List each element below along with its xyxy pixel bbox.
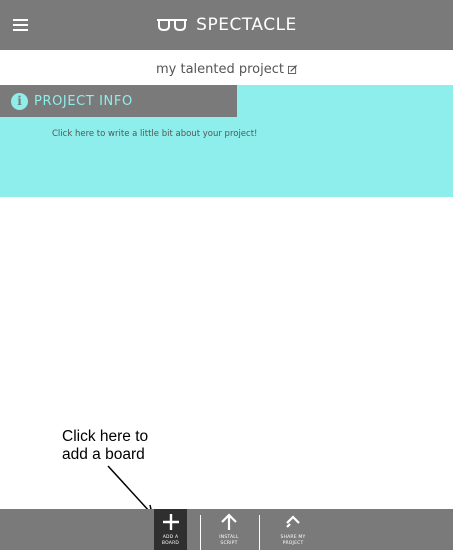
hamburger-menu-icon[interactable] [13,15,37,35]
app-header: SPECTACLE [0,0,453,50]
add-board-button[interactable]: ADD A BOARD [154,509,187,550]
edit-icon[interactable] [288,64,297,74]
project-description-prompt[interactable]: Click here to write a little bit about y… [52,129,257,139]
annotation-line-1: Click here to [62,428,149,445]
bottom-toolbar: ADD A BOARD INSTALL SCRIPT SHARE MY PROJ… [0,509,453,550]
app-window: SPECTACLE my talented project i PROJECT … [0,0,453,550]
share-project-button[interactable]: SHARE MY PROJECT [268,509,318,550]
add-board-label: ADD A BOARD [161,535,180,546]
project-title-row: my talented project [0,58,453,80]
add-board-annotation: Click here to add a board [62,428,212,464]
project-info-panel[interactable]: i PROJECT INFO Click here to write a lit… [0,85,453,197]
project-info-title: PROJECT INFO [34,93,133,109]
project-info-tab: i PROJECT INFO [0,85,237,117]
info-icon: i [11,92,28,110]
brand-name: SPECTACLE [196,15,297,35]
install-script-button[interactable]: INSTALL SCRIPT [208,509,250,550]
share-icon [286,515,300,528]
toolbar-divider [200,515,201,550]
install-script-label: INSTALL SCRIPT [219,535,239,546]
brand: SPECTACLE [0,0,453,50]
spectacles-logo-icon [157,19,188,32]
toolbar-divider [259,515,260,550]
project-title[interactable]: my talented project [156,62,284,77]
arrow-up-icon [221,513,237,530]
share-project-label: SHARE MY PROJECT [280,535,306,546]
plus-icon [162,514,179,530]
